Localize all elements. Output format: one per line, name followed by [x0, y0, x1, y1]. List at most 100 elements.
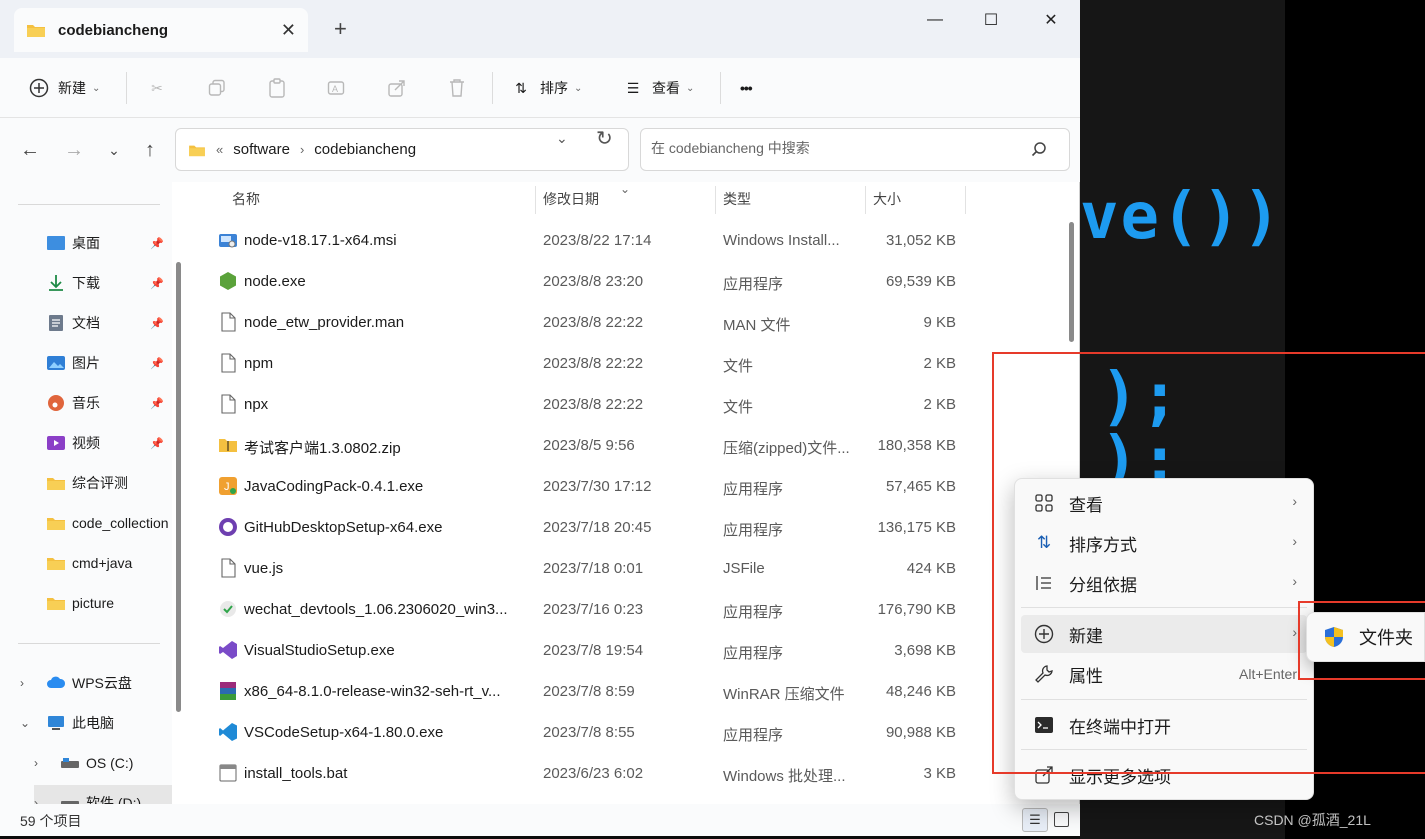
github-icon	[218, 517, 238, 537]
sidebar-item-folder[interactable]: cmd+java	[20, 545, 168, 581]
sidebar-item-folder[interactable]: code_collection	[20, 505, 168, 541]
chevron-right-icon[interactable]: ›	[34, 756, 48, 770]
forward-arrow-icon[interactable]: →	[60, 136, 88, 164]
pin-icon[interactable]: 📌	[150, 277, 164, 290]
file-row[interactable]: node_etw_provider.man 2023/8/8 22:22 MAN 文…	[192, 302, 982, 343]
close-window-button[interactable]: ✕	[1028, 6, 1074, 34]
file-date: 2023/7/8 8:55	[543, 724, 635, 741]
file-row[interactable]: npx 2023/8/8 22:22 文件 2 KB	[192, 384, 982, 425]
file-list-scrollbar[interactable]	[1069, 222, 1074, 342]
file-type: 压缩(zipped)文件...	[723, 440, 850, 457]
more-options-button[interactable]: •••	[740, 72, 753, 104]
file-row[interactable]: npm 2023/8/8 22:22 文件 2 KB	[192, 343, 982, 384]
pin-icon[interactable]: 📌	[150, 357, 164, 370]
column-divider[interactable]	[965, 186, 966, 214]
view-button[interactable]: ☰ 查看 ⌄	[622, 72, 695, 104]
sidebar-item-drive-c[interactable]: › OS (C:)	[34, 745, 172, 781]
file-date: 2023/8/8 23:20	[543, 273, 644, 290]
chevron-right-icon[interactable]: ›	[34, 796, 48, 804]
sidebar-scrollbar[interactable]	[176, 262, 181, 712]
highlight-box	[992, 352, 1425, 774]
sidebar-item-documents[interactable]: 文档 📌	[20, 305, 168, 341]
file-row[interactable]: wechat_devtools_1.06.2306020_win3... 2023…	[192, 589, 982, 630]
pin-icon[interactable]: 📌	[150, 437, 164, 450]
file-name: VisualStudioSetup.exe	[244, 642, 395, 659]
paste-button[interactable]	[266, 72, 288, 104]
recent-locations-chevron-icon[interactable]: ⌄	[100, 136, 128, 164]
new-tab-button[interactable]: +	[334, 16, 347, 42]
breadcrumb-software[interactable]: software	[233, 141, 290, 158]
up-arrow-icon[interactable]: ↑	[136, 136, 164, 164]
node-icon	[218, 271, 238, 291]
sidebar-item-this-pc[interactable]: ⌄ 此电脑	[20, 705, 168, 741]
cut-button[interactable]: ✂	[146, 72, 168, 104]
file-row[interactable]: GitHubDesktopSetup-x64.exe 2023/7/18 20:4…	[192, 507, 982, 548]
column-divider[interactable]	[715, 186, 716, 214]
sidebar-item-folder[interactable]: 综合评测	[20, 465, 168, 501]
folder-icon	[47, 598, 65, 610]
file-size: 90,988 KB	[885, 724, 956, 741]
share-button[interactable]	[386, 72, 408, 104]
maximize-button[interactable]: ☐	[968, 6, 1014, 34]
sidebar-item-pictures[interactable]: 图片 📌	[20, 345, 168, 381]
search-input[interactable]	[651, 140, 1011, 156]
tiles-view-button[interactable]	[1054, 812, 1069, 827]
sidebar-item-drive-d[interactable]: › 软件 (D:)	[34, 785, 172, 804]
search-icon[interactable]	[1031, 141, 1047, 157]
file-name: 考试客户端1.3.0802.zip	[244, 440, 401, 457]
file-row[interactable]: J JavaCodingPack-0.4.1.exe 2023/7/30 17:12…	[192, 466, 982, 507]
search-box[interactable]	[640, 128, 1070, 171]
back-arrow-icon[interactable]: ←	[16, 136, 44, 164]
breadcrumb-overflow[interactable]: «	[216, 142, 223, 157]
tab-codebiancheng[interactable]: codebiancheng ✕	[14, 8, 308, 52]
file-row[interactable]: install_tools.bat 2023/6/23 6:02 Windows 批…	[192, 753, 982, 794]
chevron-right-icon[interactable]: ›	[20, 676, 34, 690]
column-header-type[interactable]: 类型	[723, 182, 751, 216]
delete-button[interactable]	[446, 72, 468, 104]
address-dropdown-icon[interactable]: ⌄	[556, 130, 568, 147]
file-row[interactable]: VSCodeSetup-x64-1.80.0.exe 2023/7/8 8:55 应…	[192, 712, 982, 753]
file-name: install_tools.bat	[244, 765, 348, 782]
picture-icon	[47, 356, 65, 370]
file-row[interactable]: node-v18.17.1-x64.msi 2023/8/22 17:14 Wind…	[192, 220, 982, 261]
file-row[interactable]: VisualStudioSetup.exe 2023/7/8 19:54 应用程序 3…	[192, 630, 982, 671]
details-view-button[interactable]: ☰	[1022, 808, 1048, 832]
bat-icon	[218, 763, 238, 783]
sidebar-item-wps-cloud[interactable]: › WPS云盘	[20, 665, 168, 701]
column-header-date[interactable]: 修改日期	[543, 182, 599, 216]
pin-icon[interactable]: 📌	[150, 317, 164, 330]
msi-icon	[218, 230, 238, 250]
refresh-icon[interactable]: ↻	[596, 126, 613, 151]
minimize-button[interactable]: —	[912, 6, 958, 34]
folder-icon	[27, 25, 45, 37]
view-label: 查看	[652, 80, 680, 96]
new-button[interactable]: 新建 ⌄	[28, 72, 100, 104]
file-explorer-window: codebiancheng ✕ + — ☐ ✕ 新建 ⌄ ✂ A ⇅ 排序 ⌄ …	[0, 0, 1080, 836]
sidebar-item-videos[interactable]: 视频 📌	[20, 425, 168, 461]
chevron-down-icon[interactable]: ⌄	[20, 716, 34, 730]
sidebar-item-downloads[interactable]: 下载 📌	[20, 265, 168, 301]
copy-button[interactable]	[206, 72, 228, 104]
file-type: 应用程序	[723, 276, 784, 293]
file-row[interactable]: node.exe 2023/8/8 23:20 应用程序 69,539 KB	[192, 261, 982, 302]
column-divider[interactable]	[535, 186, 536, 214]
breadcrumb-codebiancheng[interactable]: codebiancheng	[314, 141, 416, 158]
column-header-name[interactable]: 名称	[232, 182, 260, 216]
sort-button[interactable]: ⇅ 排序 ⌄	[510, 72, 582, 104]
file-row[interactable]: x86_64-8.1.0-release-win32-seh-rt_v... 20…	[192, 671, 982, 712]
close-tab-icon[interactable]: ✕	[281, 20, 296, 41]
sidebar-item-desktop[interactable]: 桌面 📌	[20, 225, 168, 261]
column-divider[interactable]	[865, 186, 866, 214]
file-name: npx	[244, 396, 269, 413]
pin-icon[interactable]: 📌	[150, 397, 164, 410]
file-row[interactable]: 考试客户端1.3.0802.zip 2023/8/5 9:56 压缩(zipped)…	[192, 425, 982, 466]
pin-icon[interactable]: 📌	[150, 237, 164, 250]
column-header-size[interactable]: 大小	[873, 182, 901, 216]
sidebar-item-music[interactable]: 音乐 📌	[20, 385, 168, 421]
file-row[interactable]: vue.js 2023/7/18 0:01 JSFile 424 KB	[192, 548, 982, 589]
sort-indicator-icon: ⌄	[620, 182, 631, 196]
rename-button[interactable]: A	[326, 72, 348, 104]
file-size: 136,175 KB	[877, 519, 956, 536]
file-size: 3,698 KB	[894, 642, 956, 659]
sidebar-item-folder[interactable]: picture	[20, 585, 168, 621]
